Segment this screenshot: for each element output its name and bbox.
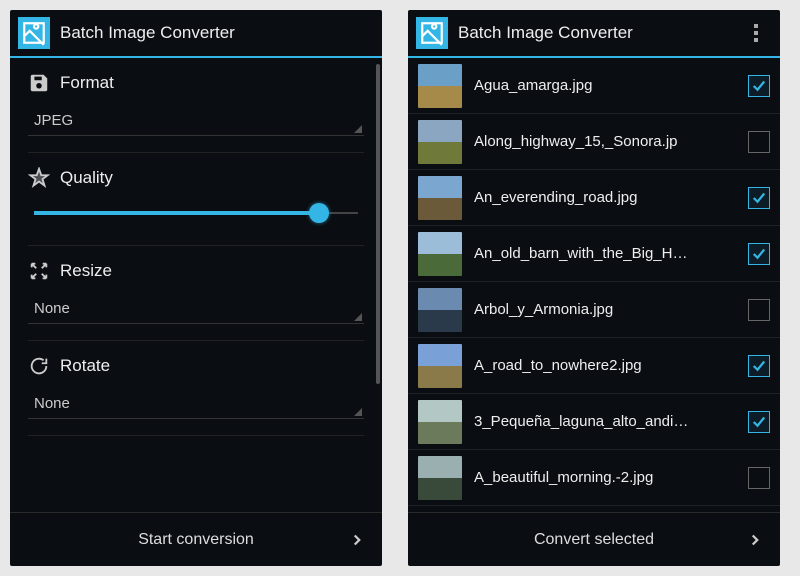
quality-slider[interactable] — [34, 199, 358, 229]
file-checkbox[interactable] — [748, 467, 770, 489]
app-icon — [416, 17, 448, 49]
app-title: Batch Image Converter — [458, 23, 633, 43]
settings-screen: Batch Image Converter Format JPEG Qualit… — [10, 10, 382, 566]
file-checkbox[interactable] — [748, 75, 770, 97]
rotate-icon — [28, 355, 50, 377]
save-icon — [28, 72, 50, 94]
chevron-right-icon — [746, 531, 764, 549]
resize-icon — [28, 260, 50, 282]
action-bar: Batch Image Converter — [408, 10, 780, 58]
thumbnail — [418, 64, 462, 108]
thumbnail — [418, 120, 462, 164]
file-name: A_beautiful_morning.-2.jpg — [474, 469, 736, 486]
file-row[interactable]: An_everending_road.jpg — [408, 170, 780, 226]
resize-section: Resize None — [28, 246, 364, 341]
rotate-section: Rotate None — [28, 341, 364, 436]
thumbnail — [418, 344, 462, 388]
file-row[interactable]: Arbol_y_Armonia.jpg — [408, 282, 780, 338]
rotate-spinner[interactable]: None — [28, 387, 364, 419]
file-checkbox[interactable] — [748, 411, 770, 433]
start-conversion-button[interactable]: Start conversion — [10, 512, 382, 566]
convert-selected-label: Convert selected — [534, 531, 654, 549]
format-spinner[interactable]: JPEG — [28, 104, 364, 136]
file-row[interactable]: An_old_barn_with_the_Big_H… — [408, 226, 780, 282]
file-row[interactable]: Agua_amarga.jpg — [408, 58, 780, 114]
file-name: An_everending_road.jpg — [474, 189, 736, 206]
quality-section: Quality — [28, 153, 364, 246]
file-row[interactable]: Along_highway_15,_Sonora.jp — [408, 114, 780, 170]
app-title: Batch Image Converter — [60, 23, 235, 43]
resize-spinner[interactable]: None — [28, 292, 364, 324]
thumbnail — [418, 232, 462, 276]
thumbnail — [418, 288, 462, 332]
thumbnail — [418, 176, 462, 220]
quality-label: Quality — [60, 168, 113, 188]
file-checkbox[interactable] — [748, 131, 770, 153]
slider-thumb[interactable] — [309, 203, 329, 223]
action-bar: Batch Image Converter — [10, 10, 382, 58]
file-checkbox[interactable] — [748, 299, 770, 321]
slider-fill — [34, 211, 319, 215]
file-name: 3_Pequeña_laguna_alto_andi… — [474, 413, 736, 430]
format-label: Format — [60, 73, 114, 93]
thumbnail — [418, 456, 462, 500]
file-name: Agua_amarga.jpg — [474, 77, 736, 94]
file-name: Along_highway_15,_Sonora.jp — [474, 133, 736, 150]
settings-content: Format JPEG Quality Resize None — [10, 58, 382, 512]
star-icon — [28, 167, 50, 189]
resize-label: Resize — [60, 261, 112, 281]
rotate-label: Rotate — [60, 356, 110, 376]
file-checkbox[interactable] — [748, 355, 770, 377]
file-row[interactable]: 3_Pequeña_laguna_alto_andi… — [408, 394, 780, 450]
file-name: An_old_barn_with_the_Big_H… — [474, 245, 736, 262]
file-list-content: Agua_amarga.jpg Along_highway_15,_Sonora.… — [408, 58, 780, 512]
file-name: A_road_to_nowhere2.jpg — [474, 357, 736, 374]
convert-selected-button[interactable]: Convert selected — [408, 512, 780, 566]
file-checkbox[interactable] — [748, 243, 770, 265]
file-row[interactable]: A_beautiful_morning.-2.jpg — [408, 450, 780, 506]
file-list[interactable]: Agua_amarga.jpg Along_highway_15,_Sonora.… — [408, 58, 780, 512]
picker-screen: Batch Image Converter Agua_amarga.jpg Alo… — [408, 10, 780, 566]
start-conversion-label: Start conversion — [138, 531, 254, 549]
file-checkbox[interactable] — [748, 187, 770, 209]
scrollbar[interactable] — [376, 64, 380, 384]
file-row[interactable]: A_road_to_nowhere2.jpg — [408, 338, 780, 394]
chevron-right-icon — [348, 531, 366, 549]
format-section: Format JPEG — [28, 58, 364, 153]
overflow-menu-button[interactable] — [740, 17, 772, 49]
thumbnail — [418, 400, 462, 444]
file-name: Arbol_y_Armonia.jpg — [474, 301, 736, 318]
app-icon — [18, 17, 50, 49]
